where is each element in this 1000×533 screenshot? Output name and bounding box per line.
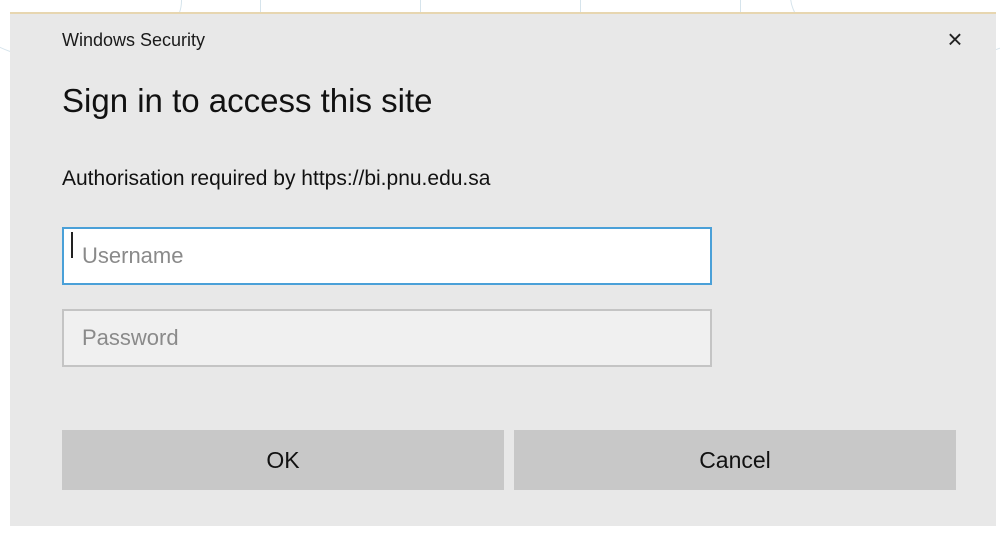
authorisation-message: Authorisation required by https://bi.pnu…	[62, 167, 491, 190]
windows-security-dialog: Windows Security × Sign in to access thi…	[10, 12, 996, 526]
password-field[interactable]	[62, 309, 712, 367]
ok-button[interactable]: OK	[62, 430, 504, 490]
dialog-heading: Sign in to access this site	[62, 82, 433, 119]
background-decoration	[580, 0, 581, 12]
dialog-top-border	[10, 12, 996, 14]
close-icon: ×	[947, 23, 963, 54]
window-title: Windows Security	[62, 30, 206, 50]
background-decoration	[420, 0, 421, 12]
background-decoration	[740, 0, 741, 12]
username-field[interactable]	[62, 227, 712, 285]
background-decoration	[260, 0, 261, 12]
close-button[interactable]: ×	[940, 24, 970, 54]
cancel-button[interactable]: Cancel	[514, 430, 956, 490]
text-cursor	[71, 232, 73, 258]
